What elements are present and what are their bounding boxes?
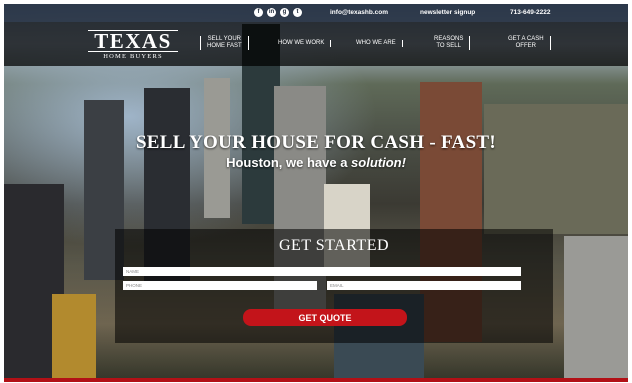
- nav-label: REASONS: [434, 36, 464, 42]
- phone-link[interactable]: 713-649-2222: [510, 9, 550, 16]
- hero-headline: SELL YOUR HOUSE FOR CASH - FAST! Houston…: [4, 132, 628, 170]
- nav-get-a-cash-offer[interactable]: GET A CASH OFFER: [502, 36, 551, 50]
- building-shape: [52, 294, 96, 379]
- quote-form: GET STARTED GET QUOTE: [115, 229, 553, 343]
- social-links: f in g t: [254, 8, 302, 17]
- nav-who-we-are[interactable]: WHO WE ARE: [350, 40, 403, 47]
- hero-subtitle: Houston, we have a solution!: [4, 155, 628, 170]
- nav-label: WHO WE ARE: [356, 40, 396, 46]
- page-title: SELL YOUR HOUSE FOR CASH - FAST!: [135, 132, 497, 153]
- nav-bar: TEXAS HOME BUYERS SELL YOUR HOME FAST HO…: [4, 22, 628, 66]
- subtitle-emphasis: solution!: [351, 155, 406, 170]
- phone-field[interactable]: [123, 281, 317, 290]
- email-link[interactable]: info@texashb.com: [330, 9, 388, 16]
- get-quote-button[interactable]: GET QUOTE: [243, 309, 407, 326]
- facebook-icon[interactable]: f: [254, 8, 263, 17]
- nav-label: GET A CASH: [508, 36, 544, 42]
- bottom-accent-bar: [4, 378, 628, 382]
- newsletter-link[interactable]: newsletter signup: [420, 9, 475, 16]
- email-field[interactable]: [327, 281, 521, 290]
- logo[interactable]: TEXAS HOME BUYERS: [88, 30, 178, 60]
- nav-label: HOW WE WORK: [278, 40, 325, 46]
- logo-sub: HOME BUYERS: [103, 53, 163, 60]
- nav-how-we-work[interactable]: HOW WE WORK: [272, 40, 332, 47]
- logo-main: TEXAS: [88, 30, 178, 52]
- nav-label: OFFER: [515, 43, 536, 49]
- form-title: GET STARTED: [278, 237, 390, 254]
- subtitle-text: Houston, we have a: [226, 155, 352, 170]
- nav-sell-your-home-fast[interactable]: SELL YOUR HOME FAST: [200, 36, 249, 50]
- nav-label: TO SELL: [436, 43, 461, 49]
- name-field[interactable]: [123, 267, 521, 276]
- google-icon[interactable]: g: [280, 8, 289, 17]
- linkedin-icon[interactable]: in: [267, 8, 276, 17]
- twitter-icon[interactable]: t: [293, 8, 302, 17]
- nav-label: HOME FAST: [207, 43, 242, 49]
- building-shape: [564, 236, 628, 379]
- top-bar: f in g t info@texashb.com newsletter sig…: [4, 4, 628, 22]
- hero-background: f in g t info@texashb.com newsletter sig…: [4, 4, 628, 379]
- nav-label: SELL YOUR: [207, 36, 242, 42]
- nav-reasons-to-sell[interactable]: REASONS TO SELL: [428, 36, 471, 50]
